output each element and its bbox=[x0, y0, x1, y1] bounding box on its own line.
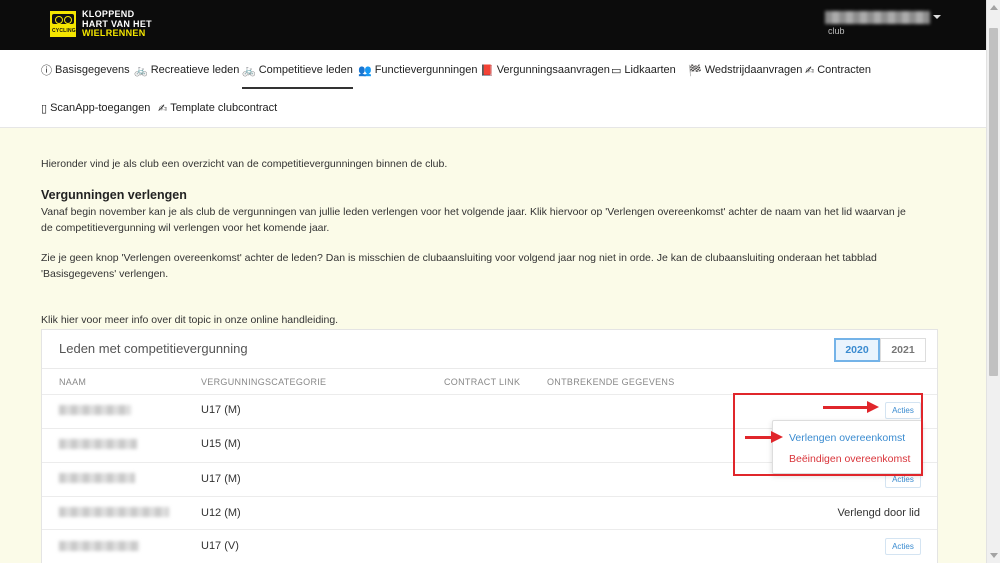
card-divider bbox=[42, 368, 937, 369]
logo-line-3: WIELRENNEN bbox=[82, 28, 146, 38]
tab-basisgegevens[interactable]: ⓘ Basisgegevens bbox=[41, 61, 130, 79]
row-5-category: U17 (V) bbox=[201, 540, 239, 552]
member-name-redacted bbox=[59, 507, 169, 517]
caret-down-icon[interactable] bbox=[933, 15, 941, 19]
logo[interactable]: CYCLING KLOPPEND HART VAN HET WIELRENNEN bbox=[50, 9, 152, 39]
row-3-category: U17 (M) bbox=[201, 473, 241, 485]
tab-vergunningsaanvragen[interactable]: 📕 Vergunningsaanvragen bbox=[480, 61, 610, 79]
user-role: club bbox=[828, 26, 845, 36]
tab-template-clubcontract[interactable]: ✍ Template clubcontract bbox=[158, 99, 277, 117]
bicycle-icon: 🚲 bbox=[134, 64, 148, 77]
member-name-redacted bbox=[59, 439, 137, 449]
tab-label: Contracten bbox=[817, 64, 872, 76]
tab-label: Basisgegevens bbox=[55, 64, 130, 76]
tab-label: Functievergunningen bbox=[374, 64, 478, 76]
top-bar: CYCLING KLOPPEND HART VAN HET WIELRENNEN… bbox=[0, 0, 986, 50]
row-4-status: Verlengd door lid bbox=[837, 507, 920, 519]
tab-functievergunningen[interactable]: 👥 Functievergunningen bbox=[358, 61, 477, 79]
member-name-redacted bbox=[59, 473, 135, 483]
mobile-icon: ▯ bbox=[41, 102, 48, 115]
info-icon: ⓘ bbox=[41, 65, 52, 77]
year-2020-button[interactable]: 2020 bbox=[834, 338, 880, 362]
signature-icon: ✍ bbox=[805, 64, 815, 77]
logo-text: KLOPPEND HART VAN HET WIELRENNEN bbox=[82, 9, 152, 39]
acties-button[interactable]: Acties bbox=[885, 538, 921, 555]
row-divider bbox=[42, 496, 937, 497]
year-2021-button[interactable]: 2021 bbox=[880, 338, 926, 362]
column-header-vergunningscategorie: VERGUNNINGSCATEGORIE bbox=[201, 377, 327, 387]
tab-navigation: ⓘ Basisgegevens 🚲 Recreatieve leden 🚲 Co… bbox=[0, 50, 986, 128]
scrollbar-thumb[interactable] bbox=[989, 28, 998, 376]
intro-text: Hieronder vind je als club een overzicht… bbox=[41, 158, 448, 170]
book-icon: 📕 bbox=[480, 64, 494, 77]
cycling-logo-icon: CYCLING bbox=[50, 11, 76, 38]
scroll-up-icon[interactable] bbox=[990, 5, 998, 10]
scroll-down-icon[interactable] bbox=[990, 553, 998, 558]
user-menu[interactable]: club bbox=[825, 11, 941, 36]
no-button-text: Zie je geen knop 'Verlengen overeenkomst… bbox=[41, 252, 877, 280]
signature-icon: ✍ bbox=[158, 102, 168, 115]
column-header-ontbrekende-gegevens: ONTBREKENDE GEGEVENS bbox=[547, 377, 675, 387]
user-name-redacted bbox=[825, 11, 930, 24]
card-icon: ▭ bbox=[611, 64, 622, 77]
column-header-contract-link: CONTRACT LINK bbox=[444, 377, 521, 387]
member-name-redacted bbox=[59, 541, 139, 551]
users-icon: 👥 bbox=[358, 64, 372, 77]
tab-lidkaarten[interactable]: ▭ Lidkaarten bbox=[611, 61, 676, 79]
renew-text: Vanaf begin november kan je als club de … bbox=[41, 206, 906, 234]
row-divider bbox=[42, 529, 937, 530]
year-selector: 2020 2021 bbox=[834, 338, 926, 362]
annotation-arrow-icon bbox=[823, 401, 879, 413]
tab-label: Lidkaarten bbox=[624, 64, 676, 76]
tab-label: Vergunningsaanvragen bbox=[496, 64, 610, 76]
tab-label: Template clubcontract bbox=[170, 102, 278, 114]
renew-heading: Vergunningen verlengen bbox=[41, 188, 187, 202]
tab-scanapp-toegangen[interactable]: ▯ ScanApp-toegangen bbox=[41, 99, 150, 117]
row-1-category: U17 (M) bbox=[201, 404, 241, 416]
tab-wedstrijdaanvragen[interactable]: 🏁 Wedstrijdaanvragen bbox=[688, 61, 802, 79]
tab-label: Recreatieve leden bbox=[150, 64, 240, 76]
bicycle-icon: 🚲 bbox=[242, 64, 256, 77]
card-title: Leden met competitievergunning bbox=[59, 341, 248, 356]
tab-label: Wedstrijdaanvragen bbox=[704, 64, 803, 76]
tab-label: Competitieve leden bbox=[258, 64, 353, 76]
member-name-redacted bbox=[59, 405, 131, 415]
flag-icon: 🏁 bbox=[688, 64, 702, 77]
logo-mark-text: CYCLING bbox=[52, 28, 76, 35]
column-header-naam: NAAM bbox=[59, 377, 87, 387]
info-link[interactable]: Klik hier voor meer info over dit topic … bbox=[41, 314, 338, 326]
tab-competitieve-leden[interactable]: 🚲 Competitieve leden bbox=[242, 61, 353, 89]
row-4-category: U12 (M) bbox=[201, 507, 241, 519]
tab-recreatieve-leden[interactable]: 🚲 Recreatieve leden bbox=[134, 61, 239, 79]
row-2-category: U15 (M) bbox=[201, 438, 241, 450]
annotation-arrow-icon bbox=[745, 431, 783, 443]
tab-contracten[interactable]: ✍ Contracten bbox=[805, 61, 871, 79]
tab-label: ScanApp-toegangen bbox=[50, 102, 151, 114]
page-scrollbar[interactable] bbox=[986, 0, 1000, 563]
